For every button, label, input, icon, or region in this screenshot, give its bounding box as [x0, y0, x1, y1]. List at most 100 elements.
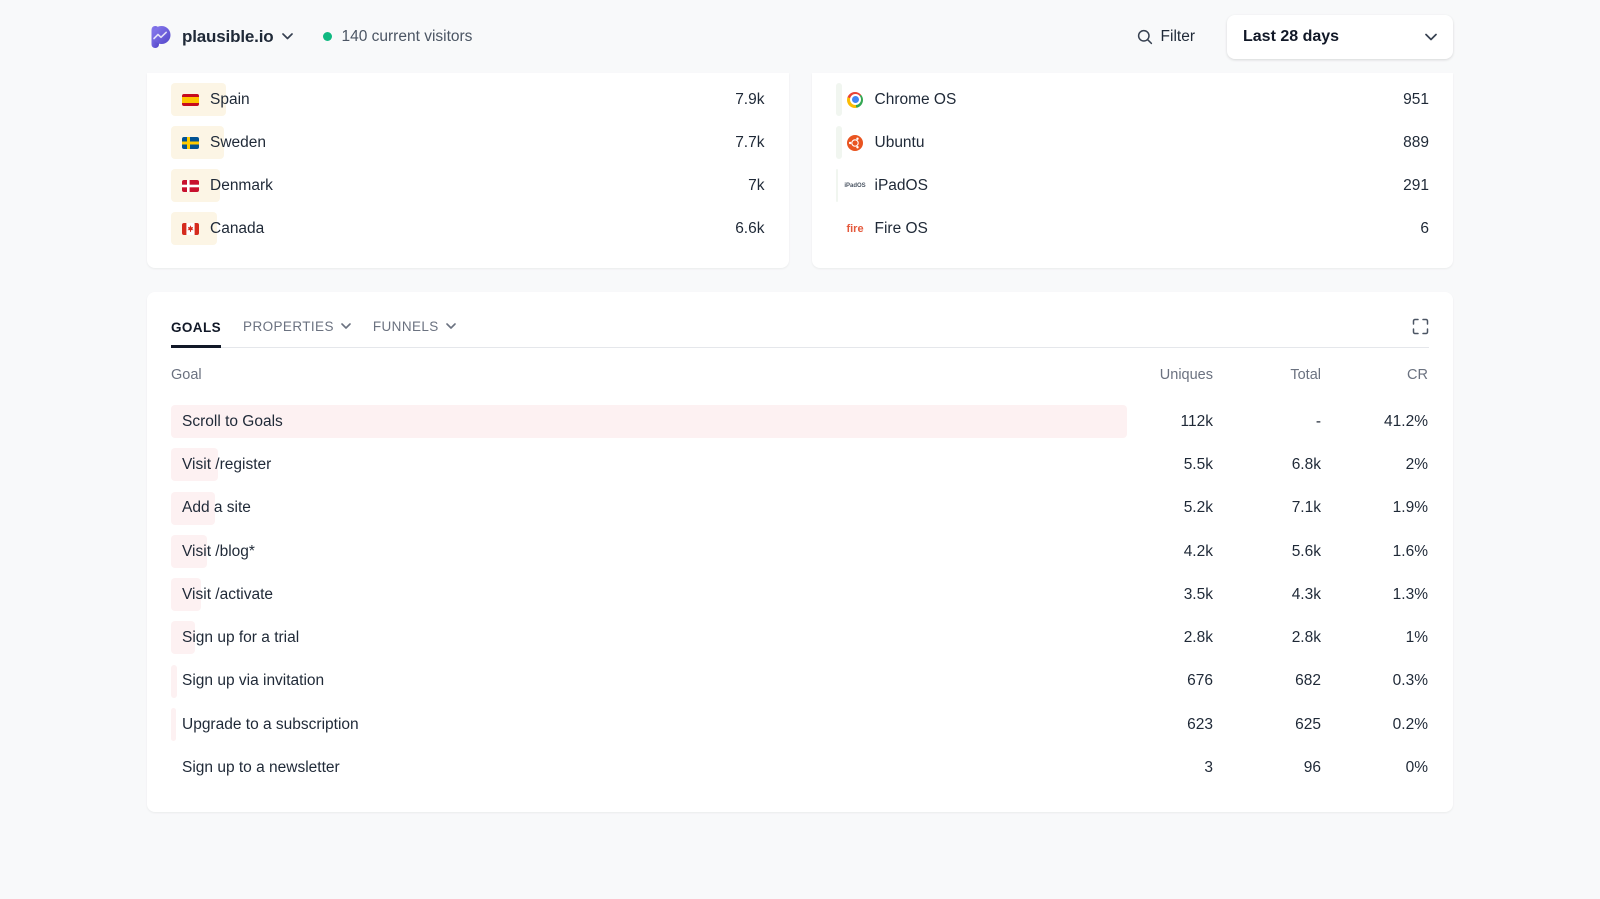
chevron-down-icon	[341, 323, 351, 330]
list-item[interactable]: Denmark 7k	[171, 164, 765, 207]
goal-label[interactable]: Visit /blog*	[171, 543, 255, 561]
list-item[interactable]: Chrome OS 951	[836, 78, 1430, 121]
goal-label[interactable]: Upgrade to a subscription	[171, 716, 359, 734]
goal-cr: 0%	[1321, 759, 1428, 777]
goal-label[interactable]: Visit /activate	[171, 586, 273, 604]
goal-total: 625	[1213, 716, 1321, 734]
goal-uniques: 4.2k	[1127, 543, 1213, 561]
column-header-cr: CR	[1321, 367, 1428, 383]
list-item[interactable]: iPadOS iPadOS 291	[836, 164, 1430, 207]
item-value: 291	[1403, 177, 1429, 195]
item-value: 889	[1403, 134, 1429, 152]
goal-label[interactable]: Visit /register	[171, 456, 271, 474]
operating-systems-card: Chrome OS 951 Ubuntu 889 iPadOS iPadOS 2…	[812, 73, 1454, 268]
item-label[interactable]: Denmark	[210, 177, 273, 195]
goal-total: 4.3k	[1213, 586, 1321, 604]
item-label[interactable]: Ubuntu	[875, 134, 925, 152]
chevron-down-icon	[446, 323, 456, 330]
goal-cr: 1%	[1321, 629, 1428, 647]
live-dot-icon	[323, 32, 332, 41]
goals-tabs: GOALS PROPERTIES FUNNELS	[171, 318, 1429, 348]
goal-total: 2.8k	[1213, 629, 1321, 647]
goal-label[interactable]: Add a site	[171, 499, 251, 517]
item-value: 7.9k	[735, 91, 764, 109]
date-range-picker[interactable]: Last 28 days	[1227, 15, 1453, 59]
goal-row: Visit /activate 3.5k 4.3k 1.3%	[171, 573, 1429, 616]
item-label[interactable]: Sweden	[210, 134, 266, 152]
countries-card: Spain 7.9k Sweden 7.7k Denmark 7k Canada…	[147, 73, 789, 268]
flag-se-icon	[182, 137, 199, 149]
goal-row: Sign up via invitation 676 682 0.3%	[171, 660, 1429, 703]
column-header-uniques: Uniques	[1127, 367, 1213, 383]
goal-uniques: 3	[1127, 759, 1213, 777]
goals-column-headers: Goal Uniques Total CR	[171, 364, 1429, 386]
goal-row: Sign up for a trial 2.8k 2.8k 1%	[171, 616, 1429, 659]
goal-row: Sign up to a newsletter 3 96 0%	[171, 746, 1429, 789]
item-label[interactable]: Fire OS	[875, 220, 928, 238]
site-name: plausible.io	[182, 27, 273, 47]
goal-uniques: 623	[1127, 716, 1213, 734]
column-header-goal: Goal	[171, 367, 1127, 383]
flag-ca-icon	[182, 223, 199, 235]
os-list: Chrome OS 951 Ubuntu 889 iPadOS iPadOS 2…	[836, 78, 1430, 250]
goal-label[interactable]: Sign up via invitation	[171, 672, 324, 690]
goal-total: 96	[1213, 759, 1321, 777]
goal-cr: 41.2%	[1321, 413, 1428, 431]
fireos-icon: fire	[847, 223, 864, 235]
goal-cr: 1.6%	[1321, 543, 1428, 561]
current-visitors[interactable]: 140 current visitors	[323, 28, 472, 46]
goal-row: Scroll to Goals 112k - 41.2%	[171, 400, 1429, 443]
tab-goals[interactable]: GOALS	[171, 320, 221, 348]
fullscreen-icon	[1412, 318, 1429, 335]
expand-button[interactable]	[1412, 318, 1429, 347]
item-label[interactable]: Chrome OS	[875, 91, 957, 109]
goal-total: -	[1213, 413, 1321, 431]
date-range-value: Last 28 days	[1243, 28, 1339, 46]
countries-list: Spain 7.9k Sweden 7.7k Denmark 7k Canada…	[171, 78, 765, 250]
list-item[interactable]: Spain 7.9k	[171, 78, 765, 121]
goal-row: Visit /blog* 4.2k 5.6k 1.6%	[171, 530, 1429, 573]
chevron-down-icon	[1425, 33, 1437, 41]
search-icon	[1137, 29, 1153, 45]
goal-label[interactable]: Scroll to Goals	[171, 413, 283, 431]
list-item[interactable]: fire Fire OS 6	[836, 207, 1430, 250]
item-label[interactable]: Canada	[210, 220, 264, 238]
item-label[interactable]: iPadOS	[875, 177, 928, 195]
goal-uniques: 3.5k	[1127, 586, 1213, 604]
goal-total: 6.8k	[1213, 456, 1321, 474]
item-value: 7.7k	[735, 134, 764, 152]
tab-label: GOALS	[171, 320, 221, 335]
filter-label: Filter	[1161, 28, 1195, 46]
goal-label[interactable]: Sign up for a trial	[171, 629, 299, 647]
current-visitors-label: 140 current visitors	[341, 28, 472, 46]
site-switcher[interactable]: plausible.io	[147, 24, 293, 50]
tab-funnels[interactable]: FUNNELS	[373, 319, 456, 347]
item-value: 6.6k	[735, 220, 764, 238]
goal-row: Add a site 5.2k 7.1k 1.9%	[171, 487, 1429, 530]
goal-cr: 1.9%	[1321, 499, 1428, 517]
goal-cr: 0.3%	[1321, 672, 1428, 690]
column-header-total: Total	[1213, 367, 1321, 383]
goal-uniques: 5.5k	[1127, 456, 1213, 474]
top-bar: plausible.io 140 current visitors Filter…	[0, 0, 1600, 73]
goal-uniques: 2.8k	[1127, 629, 1213, 647]
goal-total: 7.1k	[1213, 499, 1321, 517]
goal-row: Visit /register 5.5k 6.8k 2%	[171, 443, 1429, 486]
flag-dk-icon	[182, 180, 199, 192]
plausible-logo-icon	[147, 24, 173, 50]
goal-label[interactable]: Sign up to a newsletter	[171, 759, 340, 777]
goal-cr: 1.3%	[1321, 586, 1428, 604]
tab-properties[interactable]: PROPERTIES	[243, 319, 351, 347]
item-value: 951	[1403, 91, 1429, 109]
goal-row: Upgrade to a subscription 623 625 0.2%	[171, 703, 1429, 746]
list-item[interactable]: Canada 6.6k	[171, 207, 765, 250]
list-item[interactable]: Sweden 7.7k	[171, 121, 765, 164]
chevron-down-icon	[282, 33, 293, 40]
list-item[interactable]: Ubuntu 889	[836, 121, 1430, 164]
goal-total: 5.6k	[1213, 543, 1321, 561]
filter-button[interactable]: Filter	[1137, 28, 1195, 46]
item-value: 7k	[748, 177, 764, 195]
goal-uniques: 112k	[1127, 413, 1213, 431]
chrome-icon	[847, 92, 864, 108]
item-label[interactable]: Spain	[210, 91, 250, 109]
